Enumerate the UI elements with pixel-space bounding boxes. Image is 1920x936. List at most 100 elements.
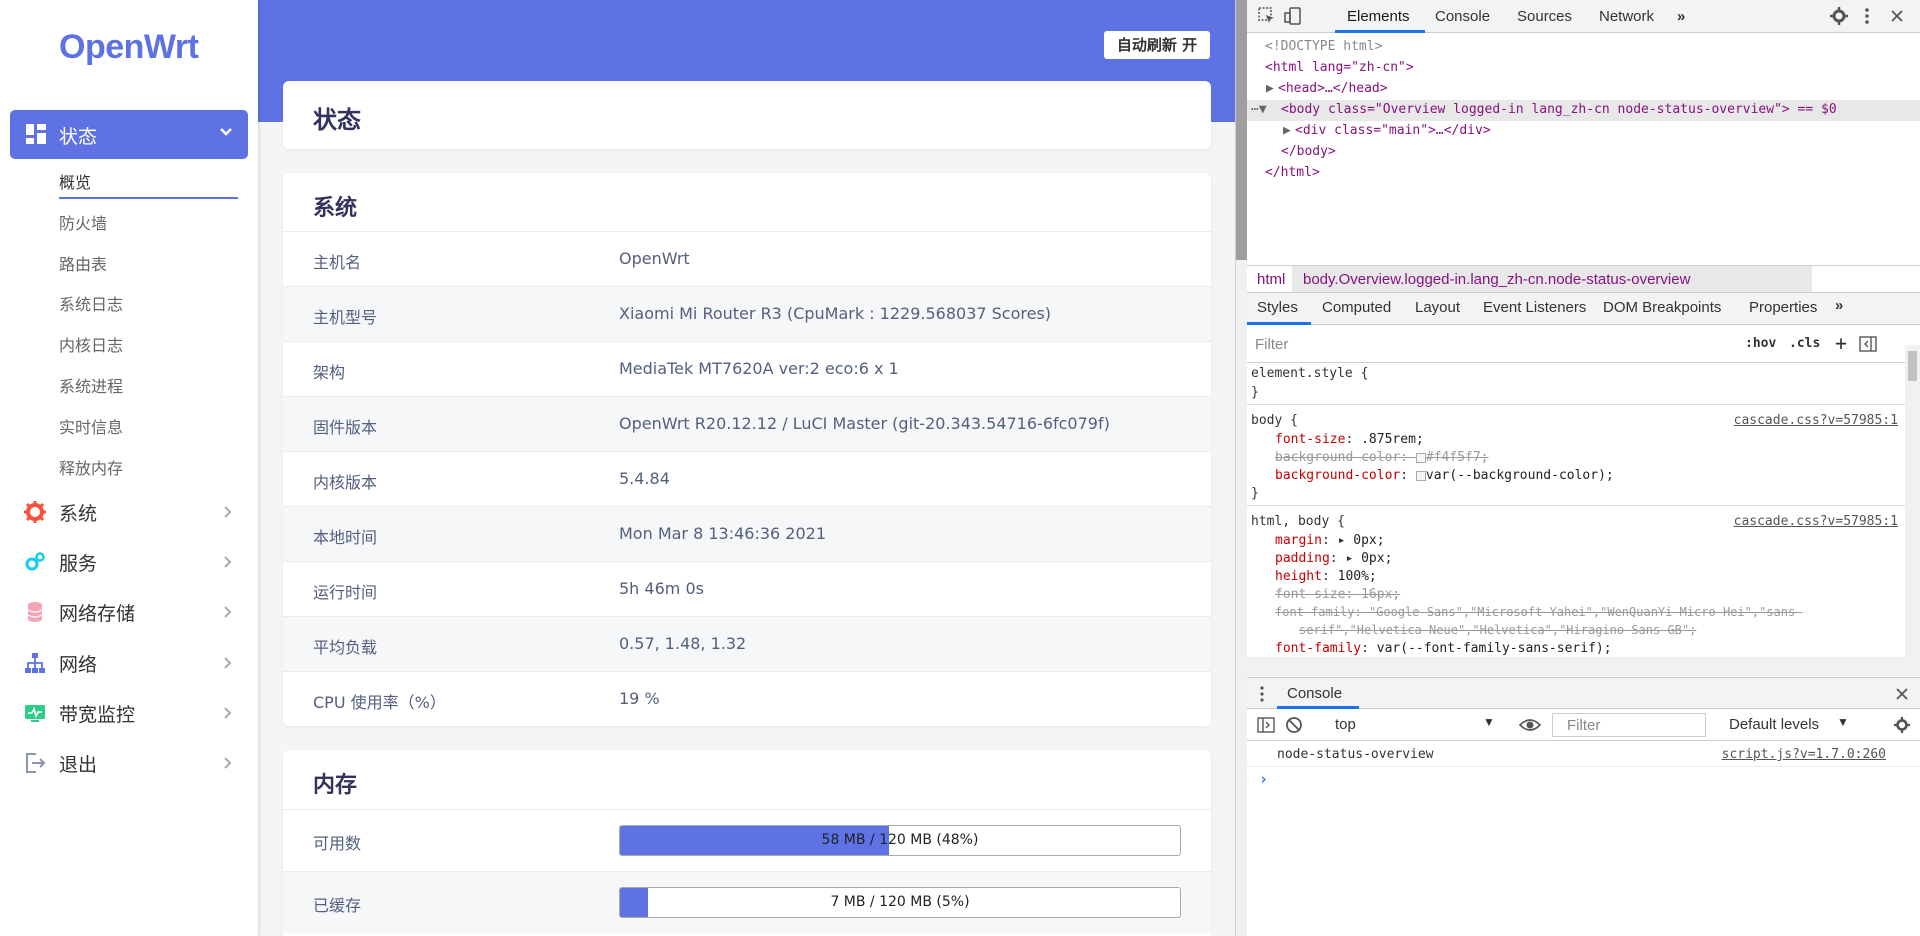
chevron-down-icon[interactable]: ▼ [1837, 715, 1849, 729]
sidebar-item-realtime[interactable]: 实时信息 [59, 414, 123, 438]
tab-event-listeners[interactable]: Event Listeners [1483, 299, 1586, 316]
drawer-tab-console[interactable]: Console [1287, 685, 1342, 702]
rule-element-style[interactable]: element.style { [1251, 366, 1368, 381]
tab-console[interactable]: Console [1435, 8, 1490, 25]
console-drawer: Console top ▼ Filter Default levels ▼ no… [1247, 677, 1920, 936]
sidebar-item-processes[interactable]: 系统进程 [59, 373, 123, 397]
memory-available-bar: 58 MB / 120 MB (48%) [619, 825, 1181, 856]
table-row: 架构 MediaTek MT7620A ver:2 eco:6 x 1 [283, 341, 1211, 396]
settings-icon[interactable] [1829, 6, 1849, 26]
horizontal-scrollbar[interactable] [1247, 657, 1920, 677]
color-swatch[interactable] [1415, 470, 1426, 481]
log-levels-dropdown[interactable]: Default levels [1729, 716, 1819, 733]
styles-tabbar: Styles Computed Layout Event Listeners D… [1247, 293, 1920, 325]
sidebar-item-overview[interactable]: 概览 [59, 169, 91, 193]
expand-arrow-icon[interactable]: ▶ [1283, 123, 1291, 138]
tab-dom-breakpoints[interactable]: DOM Breakpoints [1603, 299, 1721, 316]
tab-sources[interactable]: Sources [1517, 8, 1572, 25]
clear-console-icon[interactable] [1285, 716, 1303, 734]
chevron-right-icon [224, 606, 232, 618]
console-log-text: node-status-overview [1277, 747, 1434, 762]
rule-html-body-selector[interactable]: html, body { [1251, 514, 1345, 529]
tab-layout[interactable]: Layout [1415, 299, 1460, 316]
chevron-down-icon[interactable]: ▼ [1483, 715, 1495, 729]
collapse-arrow-icon[interactable]: ⋯▼ [1251, 102, 1267, 117]
dom-body-open[interactable]: <body class="Overview logged-in lang_zh-… [1281, 102, 1837, 117]
chevron-right-icon [224, 657, 232, 669]
menu-bandwidth[interactable]: 带宽监控 [0, 690, 258, 734]
menu-storage[interactable]: 网络存储 [0, 589, 258, 633]
menu-logout[interactable]: 退出 [0, 740, 258, 784]
dom-div-main[interactable]: <div class="main">…</div> [1295, 123, 1491, 138]
console-settings-icon[interactable] [1893, 716, 1911, 734]
context-selector[interactable]: top [1335, 716, 1356, 733]
row-key: 固件版本 [313, 418, 378, 437]
rule-body-selector[interactable]: body { [1251, 413, 1298, 428]
menu-network[interactable]: 网络 [0, 640, 258, 684]
dom-body-close[interactable]: </body> [1281, 144, 1336, 159]
sidebar-item-syslog[interactable]: 系统日志 [59, 291, 123, 315]
css-declaration[interactable]: background-color: var(--background-color… [1275, 468, 1614, 483]
openwrt-logo[interactable]: OpenWrt [59, 28, 199, 67]
inspect-icon[interactable] [1257, 6, 1277, 26]
css-value: 0px; [1361, 551, 1393, 566]
drawer-menu-icon[interactable] [1259, 685, 1265, 703]
css-declaration[interactable]: font-size: .875rem; [1275, 432, 1424, 447]
eye-icon[interactable] [1519, 717, 1541, 733]
more-options-icon[interactable] [1857, 6, 1877, 26]
auto-refresh-button[interactable]: 自动刷新 开 [1104, 31, 1210, 59]
menu-system[interactable]: 系统 [0, 489, 258, 533]
dom-doctype[interactable]: <!DOCTYPE html> [1265, 39, 1382, 54]
css-declaration[interactable]: font-family: "Google Sans","Microsoft Ya… [1275, 605, 1802, 619]
css-declaration[interactable]: background-color: #f4f5f7; [1275, 450, 1489, 465]
tab-network[interactable]: Network [1599, 8, 1654, 25]
css-declaration[interactable]: height: 100%; [1275, 569, 1377, 584]
active-tab-indicator [1335, 30, 1425, 33]
sidebar-item-free-memory[interactable]: 释放内存 [59, 455, 123, 479]
device-toggle-icon[interactable] [1283, 6, 1303, 26]
rule-source-link[interactable]: cascade.css?v=57985:1 [1734, 514, 1898, 529]
css-declaration[interactable]: margin: ▸ 0px; [1275, 533, 1385, 548]
console-log-row: node-status-overview script.js?v=1.7.0:2… [1247, 741, 1920, 767]
close-drawer-icon[interactable] [1895, 687, 1909, 701]
table-row: 已缓存 7 MB / 120 MB (5%) [283, 871, 1211, 933]
rule-source-link[interactable]: cascade.css?v=57985:1 [1734, 413, 1898, 428]
close-icon[interactable] [1887, 6, 1907, 26]
cls-toggle[interactable]: .cls [1789, 336, 1820, 351]
hov-toggle[interactable]: :hov [1745, 336, 1776, 351]
console-log-source[interactable]: script.js?v=1.7.0:260 [1722, 747, 1886, 762]
tab-elements[interactable]: Elements [1347, 8, 1410, 25]
menu-services[interactable]: 服务 [0, 539, 258, 583]
color-swatch[interactable] [1415, 452, 1426, 463]
console-prompt-icon[interactable]: › [1259, 770, 1268, 788]
more-tabs-icon[interactable]: » [1677, 8, 1685, 25]
console-sidebar-icon[interactable] [1257, 717, 1275, 733]
css-declaration[interactable]: font-size: 16px; [1275, 587, 1400, 602]
console-filter-input[interactable]: Filter [1567, 717, 1600, 734]
dom-head[interactable]: <head>…</head> [1278, 81, 1388, 96]
page-scrollbar[interactable] [1235, 0, 1248, 936]
scrollbar-thumb[interactable] [1908, 351, 1917, 381]
sidebar-item-routes[interactable]: 路由表 [59, 251, 107, 275]
more-tabs-icon[interactable]: » [1835, 297, 1843, 314]
sidebar-toggle-icon[interactable] [1859, 336, 1877, 352]
row-key: 运行时间 [313, 583, 378, 602]
breadcrumb-body[interactable]: body.Overview.logged-in.lang_zh-cn.node-… [1303, 271, 1690, 288]
tab-computed[interactable]: Computed [1322, 299, 1391, 316]
expand-arrow-icon[interactable]: ▶ [1266, 81, 1274, 96]
css-declaration[interactable]: font-family: var(--font-family-sans-seri… [1275, 641, 1612, 657]
tab-styles[interactable]: Styles [1257, 299, 1298, 316]
sidebar-item-kernel-log[interactable]: 内核日志 [59, 332, 123, 356]
styles-filter-input[interactable]: Filter [1255, 336, 1288, 353]
breadcrumb-html[interactable]: html [1257, 271, 1285, 288]
dom-html-open[interactable]: <html lang="zh-cn"> [1265, 60, 1414, 75]
dom-html-close[interactable]: </html> [1265, 165, 1320, 180]
add-rule-icon[interactable]: + [1835, 331, 1847, 355]
memory-cached-bar: 7 MB / 120 MB (5%) [619, 887, 1181, 918]
menu-status[interactable]: 状态 [10, 110, 248, 159]
css-declaration[interactable]: padding: ▸ 0px; [1275, 551, 1392, 566]
tab-properties[interactable]: Properties [1749, 299, 1817, 316]
styles-scrollbar[interactable] [1905, 345, 1920, 657]
sidebar-item-firewall[interactable]: 防火墙 [59, 210, 107, 234]
rule-close-brace: } [1251, 385, 1259, 400]
